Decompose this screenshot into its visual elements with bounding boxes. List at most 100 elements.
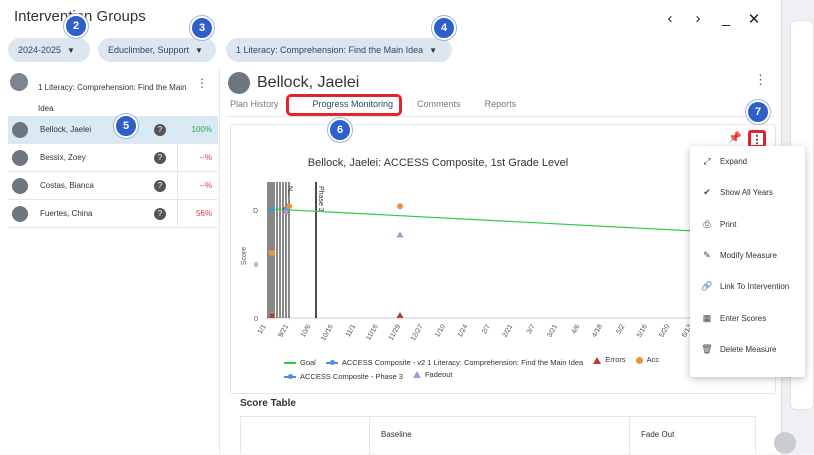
help-icon[interactable]: ? [154,123,166,136]
student-percent: 56% [195,209,212,218]
chart-title: Bellock, Jaelei: ACCESS Composite, 1st G… [307,157,569,169]
accuracy-point [269,250,275,256]
column-divider [177,144,178,172]
menu-item-delete-measure[interactable]: 🗑 Delete Measure [690,334,805,365]
help-icon[interactable]: ? [154,179,166,192]
help-icon[interactable]: ? [154,207,166,220]
accuracy-point [286,203,292,210]
list-item[interactable]: Fuertes, China ? 56% [8,200,218,228]
menu-item-label: Delete Measure [720,344,777,354]
legend-item: Acc [635,354,659,366]
accuracy-point [397,203,403,210]
x-tick-label: 1/10 [434,323,447,338]
pin-icon[interactable]: 📌 [728,131,742,144]
column-divider [629,417,630,455]
step-marker: 3 [190,16,214,40]
minimize-icon[interactable]: _ [719,10,733,28]
panel-divider [219,68,220,454]
tab-highlight [286,94,402,116]
next-icon[interactable]: › [691,10,705,28]
student-percent: --% [199,153,212,162]
group-filter[interactable]: 1 Literacy: Comprehension: Find the Main… [226,38,452,62]
column-divider [177,172,178,200]
check-all-icon: ✔ [703,187,711,198]
group-filter-label: 1 Literacy: Comprehension: Find the Main… [236,45,424,55]
school-filter[interactable]: Educlimber, Support ▼ [98,38,216,62]
avatar [12,177,28,194]
x-tick-label: 4/18 [591,323,604,338]
tab-comments[interactable]: Comments [417,99,461,115]
data-point [269,206,275,212]
tab-reports[interactable]: Reports [485,99,517,115]
chevron-down-icon: ▼ [195,45,203,55]
year-filter[interactable]: 2024-2025 ▼ [8,38,90,62]
legend-label: ACCESS Composite - v2 1 Literacy: Compre… [341,357,584,367]
phase-label: Phase 3 [317,186,324,212]
print-icon: ⎙ [703,218,711,229]
menu-item-modify-measure[interactable]: ✎ Modify Measure [690,240,805,271]
menu-item-label: Print [720,219,737,229]
previous-icon[interactable]: ‹ [663,10,677,28]
student-name: Costas, Bianca [40,181,94,190]
chevron-down-icon: ▼ [429,45,438,55]
more-options-icon[interactable]: ⋮ [754,72,767,88]
close-icon[interactable]: ✕ [747,10,761,28]
y-tick-label: D [253,208,258,215]
avatar [12,205,28,222]
help-button[interactable] [774,432,796,454]
student-name: Bessix, Zoey [40,153,86,162]
year-filter-label: 2024-2025 [18,45,62,55]
table-icon: ▦ [702,312,712,323]
x-tick-label: 5/2 [616,323,627,335]
tab-plan-history[interactable]: Plan History [230,99,279,115]
menu-item-link-to-intervention[interactable]: 🔗 Link To Intervention [690,271,805,302]
legend-label: Errors [605,355,626,364]
x-tick-label: 3/21 [546,323,559,338]
legend-item: ACCESS Composite - Phase 3 [284,371,403,383]
student-name: Fuertes, China [40,209,93,218]
chart-options-menu: ⤢ Expand ✔ Show All Years ⎙ Print ✎ Modify Meas… [690,146,805,377]
x-tick-label: 1/1 [257,323,268,335]
header-baseline: Baseline [381,430,412,439]
legend-symbol [412,371,421,378]
legend-symbol [635,356,643,364]
trash-icon: 🗑 [701,343,713,354]
progress-chart: Score 0 8 D N... Phase 3 1/1 9/21 10/6 10/16 11/1 1… [241,182,694,342]
x-tick-label: 5/20 [658,323,671,338]
menu-item-print[interactable]: ⎙ Print [690,209,805,240]
list-item[interactable]: Bessix, Zoey ? --% [8,144,218,172]
expand-icon: ⤢ [703,156,711,167]
legend-item: ACCESS Composite - v2 1 Literacy: Compre… [325,357,584,369]
student-percent: 100% [191,125,212,134]
x-tick-label: 2/7 [481,323,492,335]
column-divider [369,417,370,455]
student-list: Bellock, Jaelei ? 100% Bessix, Zoey ? --… [8,116,218,228]
chevron-down-icon: ▼ [67,45,75,55]
menu-item-label: Modify Measure [720,251,777,261]
legend-label: ACCESS Composite - Phase 3 [300,372,403,381]
list-item[interactable]: Bellock, Jaelei ? 100% [8,116,218,144]
menu-item-enter-scores[interactable]: ▦ Enter Scores [690,302,805,333]
menu-item-label: Link To Intervention [720,282,790,292]
header-fade-out: Fade Out [641,430,675,439]
edit-icon: ✎ [703,250,711,261]
group-header[interactable]: 1 Literacy: Comprehension: Find the Main… [8,70,218,114]
menu-item-expand[interactable]: ⤢ Expand [690,146,805,177]
menu-item-show-all-years[interactable]: ✔ Show All Years [690,177,805,208]
student-title: Bellock, Jaelei [257,74,360,91]
link-icon: 🔗 [701,281,713,292]
y-tick-label: 8 [254,262,258,269]
x-tick-label: 10/16 [320,323,335,342]
menu-item-label: Enter Scores [720,313,767,323]
avatar [228,72,250,94]
score-table: Baseline Fade Out [240,416,756,455]
legend-symbol [284,361,296,364]
more-options-icon[interactable]: ⋮ [196,76,208,90]
column-divider [177,200,178,228]
list-item[interactable]: Costas, Bianca ? --% [8,172,218,200]
legend-label: Fadeout [424,369,453,379]
legend-symbol [593,356,602,364]
menu-item-label: Show All Years [720,188,773,198]
help-icon[interactable]: ? [154,151,166,164]
y-tick-label: 0 [254,316,258,323]
